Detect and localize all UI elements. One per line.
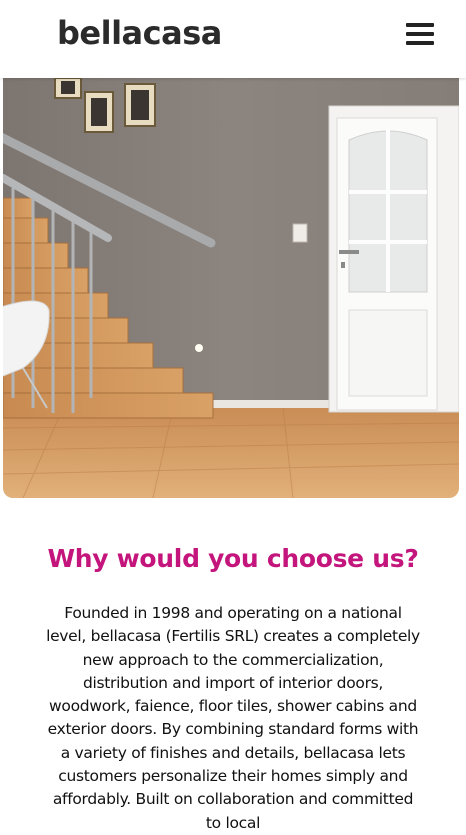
hamburger-menu-icon[interactable] [404, 20, 438, 50]
about-paragraph: Founded in 1998 and operating on a natio… [46, 604, 420, 832]
hero-illustration [3, 78, 459, 498]
menu-bar [406, 32, 434, 36]
brand-logo[interactable]: bellacasa [57, 14, 222, 52]
menu-bar [406, 41, 434, 45]
menu-bar [406, 23, 434, 27]
hero-image [3, 78, 459, 498]
section-title: Why would you choose us? [47, 544, 419, 573]
site-header: bellacasa [0, 0, 466, 78]
